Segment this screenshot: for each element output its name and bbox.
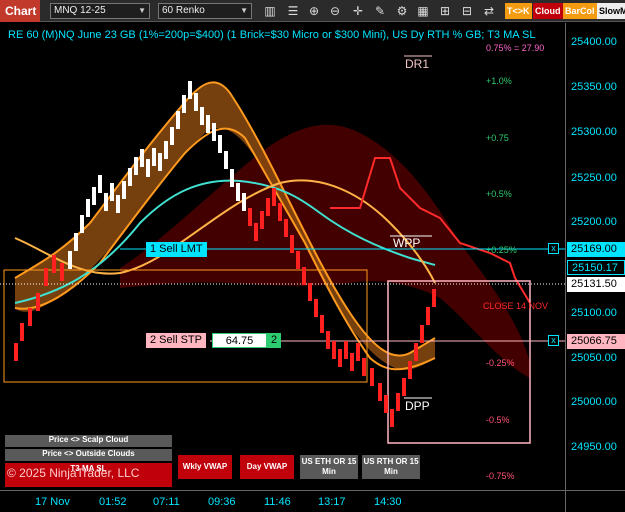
wkly-vwap-toggle[interactable]: Wkly VWAP <box>178 455 232 479</box>
instrument-label: MNQ 12-25 <box>54 5 106 16</box>
dr1-label: DR1 <box>405 57 430 71</box>
pencil-icon[interactable]: ✎ <box>372 3 388 19</box>
chart-trader-icon[interactable]: ⊟ <box>459 3 475 19</box>
list-icon[interactable]: ☰ <box>285 3 301 19</box>
chart-tab[interactable]: Chart <box>0 0 40 22</box>
time-tick: 07:11 <box>153 496 180 508</box>
outside-clouds-toggle[interactable]: Price <> Outside Clouds <box>5 449 172 461</box>
level-plus-1: +1.0% <box>486 76 512 86</box>
level-minus-075: -0.75% <box>486 471 515 481</box>
price-tick: 24950.00 <box>571 441 617 453</box>
stop-price-tag: 25066.75 <box>567 334 625 349</box>
wpp-label: WPP <box>393 236 421 250</box>
scalp-cloud-toggle[interactable]: Price <> Scalp Cloud <box>5 435 172 447</box>
cloud-toggle-button[interactable]: Cloud <box>533 3 563 19</box>
chart-canvas <box>0 55 565 444</box>
level-plus-025: +0.25% <box>486 245 517 255</box>
price-tick: 25200.00 <box>571 216 617 228</box>
chart-title: RE 60 (M)NQ June 23 GB (1%=200p=$400) (1… <box>8 29 536 41</box>
properties-icon[interactable]: ⚙ <box>394 3 410 19</box>
level-minus-025: -0.25% <box>486 358 515 368</box>
sync-icon[interactable]: ⇄ <box>481 3 497 19</box>
day-vwap-toggle[interactable]: Day VWAP <box>240 455 294 479</box>
level-minus-05: -0.5% <box>486 415 510 425</box>
tk-toggle-button[interactable]: T<>K <box>505 3 532 19</box>
last-price-tag: 25131.50 <box>567 277 625 292</box>
period-selector[interactable]: 60 Renko ▼ <box>158 3 252 19</box>
crosshair-icon[interactable]: ✛ <box>350 3 366 19</box>
price-tick: 25050.00 <box>571 352 617 364</box>
sell-stop-order[interactable]: 2 Sell STP <box>146 333 206 348</box>
grid-icon[interactable]: ⊞ <box>437 3 453 19</box>
barcol-toggle-button[interactable]: BarCol <box>563 3 597 19</box>
dpp-label: DPP <box>405 399 430 413</box>
level-plus-05: +0.5% <box>486 189 512 199</box>
limit-price-tag: 25169.00 <box>567 242 625 257</box>
level-plus-075: +0.75 <box>486 133 509 143</box>
chevron-down-icon: ▼ <box>138 6 146 15</box>
slowm-toggle-button[interactable]: SlowM <box>597 3 625 19</box>
price-tick: 25300.00 <box>571 126 617 138</box>
time-tick: 11:46 <box>264 496 291 508</box>
price-tick: 25350.00 <box>571 81 617 93</box>
bar-chart-icon[interactable]: ▥ <box>262 3 278 19</box>
time-tick: 09:36 <box>208 496 236 508</box>
axis-corner <box>565 490 625 512</box>
chart-panel[interactable]: RE 60 (M)NQ June 23 GB (1%=200p=$400) (1… <box>0 23 565 490</box>
price-tick: 25000.00 <box>571 396 617 408</box>
cancel-stop-order-icon[interactable]: x <box>548 335 559 346</box>
sell-limit-order[interactable]: 1 Sell LMT <box>146 242 207 257</box>
top-right-level: 0.75% = 27.90 <box>486 43 545 53</box>
period-label: 60 Renko <box>162 5 205 16</box>
instrument-selector[interactable]: MNQ 12-25 ▼ <box>50 3 150 19</box>
price-tick: 25400.00 <box>571 36 617 48</box>
stop-price-value[interactable]: 64.75 <box>212 333 267 348</box>
price-tick: 25250.00 <box>571 172 617 184</box>
template-icon[interactable]: ▦ <box>415 3 431 19</box>
time-tick: 13:17 <box>318 496 346 508</box>
close-label: CLOSE 14 NOV <box>483 301 549 311</box>
t3-price-tag: 25150.17 <box>567 260 625 275</box>
us-eth-or-toggle[interactable]: US ETH OR 15 Min <box>300 455 358 479</box>
zoom-in-icon[interactable]: ⊕ <box>306 3 322 19</box>
time-tick: 14:30 <box>374 496 402 508</box>
chart-toolbar: Chart MNQ 12-25 ▼ 60 Renko ▼ ▥ ☰ ⊕ ⊖ ✛ ✎… <box>0 0 625 22</box>
us-rth-or-toggle[interactable]: US RTH OR 15 Min <box>362 455 420 479</box>
copyright-text: © 2025 NinjaTrader, LLC <box>7 466 140 480</box>
time-axis[interactable]: 17 Nov 01:52 07:11 09:36 11:46 13:17 14:… <box>0 490 565 512</box>
price-axis[interactable]: 25400.00 25350.00 25300.00 25250.00 2520… <box>565 23 625 490</box>
cancel-limit-order-icon[interactable]: x <box>548 243 559 254</box>
stop-quantity[interactable]: 2 <box>267 333 281 348</box>
price-tick: 25100.00 <box>571 307 617 319</box>
time-tick: 01:52 <box>99 496 127 508</box>
time-tick: 17 Nov <box>35 496 70 508</box>
zoom-out-icon[interactable]: ⊖ <box>327 3 343 19</box>
chevron-down-icon: ▼ <box>240 6 248 15</box>
